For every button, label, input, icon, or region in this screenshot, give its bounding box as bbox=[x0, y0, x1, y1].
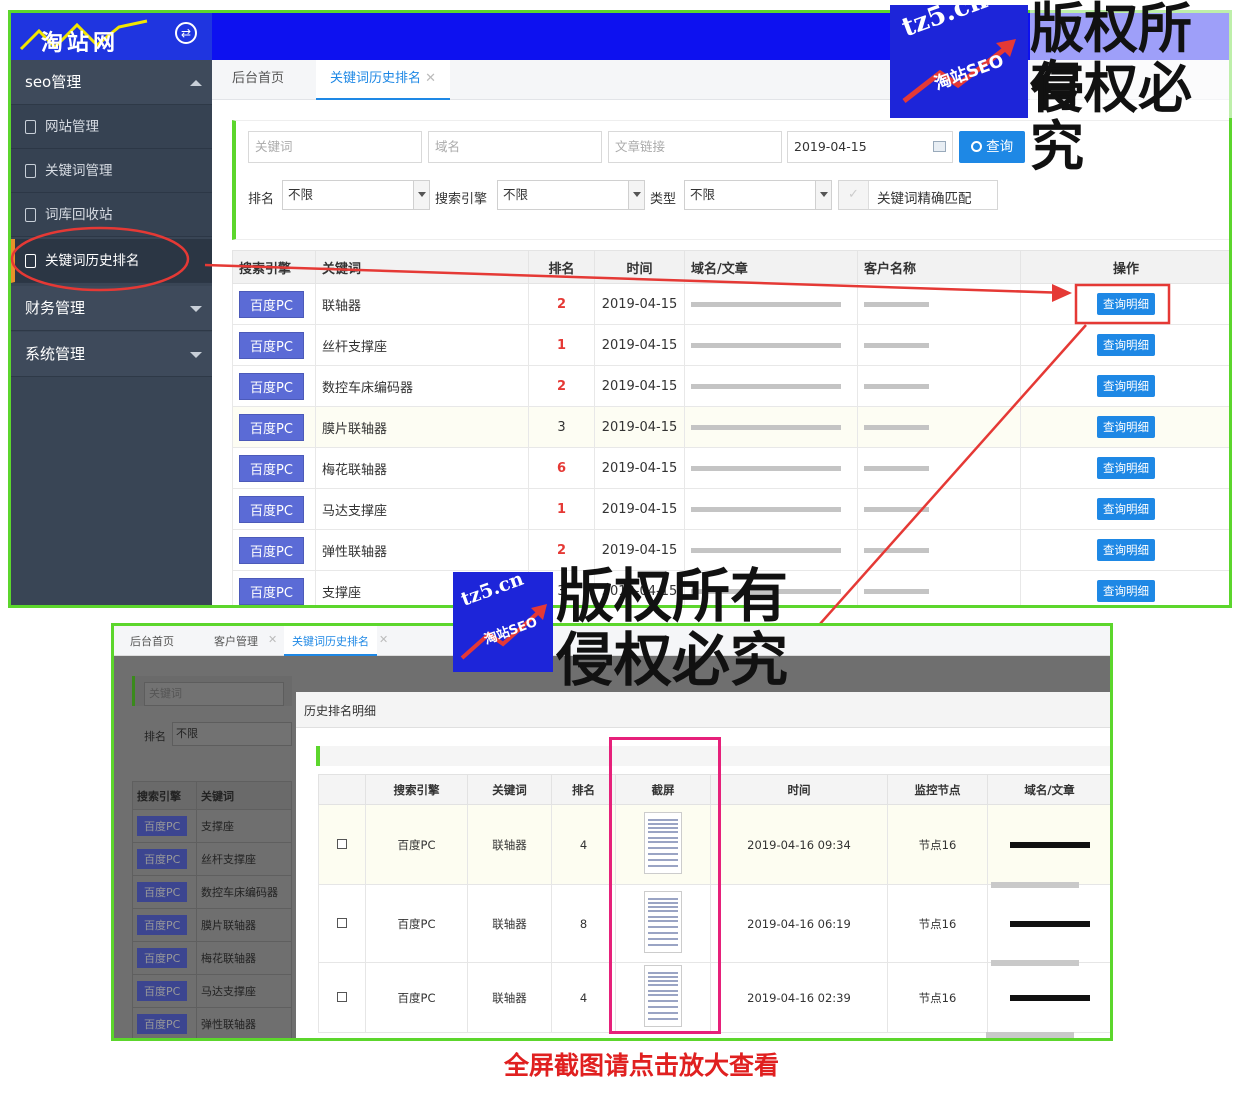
engine-cell: 百度PC bbox=[131, 875, 198, 909]
engine-badge: 百度PC bbox=[137, 816, 188, 836]
watermark-logo: tz5.cn 淘站SEO bbox=[453, 568, 553, 672]
bg-rank-label: 排名 bbox=[144, 730, 166, 743]
redacted-bar bbox=[1009, 842, 1090, 848]
screenshot-column-highlight bbox=[609, 737, 721, 1034]
engine-badge: 百度PC bbox=[137, 948, 188, 968]
engine-cell: 百度PC bbox=[131, 842, 198, 876]
keyword-cell: 联轴器 bbox=[467, 804, 552, 885]
engine-badge: 百度PC bbox=[137, 849, 188, 869]
column-header: 域名/文章 bbox=[987, 774, 1110, 805]
row-checkbox[interactable] bbox=[337, 917, 347, 928]
blurred-bar bbox=[986, 1032, 1074, 1038]
table-row: 百度PC 膜片联轴器 bbox=[131, 908, 292, 942]
keyword-cell: 联轴器 bbox=[467, 962, 552, 1033]
column-header: 搜索引擎 bbox=[131, 781, 198, 810]
engine-cell: 百度PC bbox=[131, 908, 198, 942]
select-cell bbox=[318, 804, 366, 885]
engine-badge: 百度PC bbox=[137, 915, 188, 935]
engine-cell: 百度PC bbox=[131, 941, 198, 975]
engine-badge: 百度PC bbox=[137, 882, 188, 902]
time-cell: 2019-04-16 02:39 bbox=[710, 962, 888, 1033]
watermark-infringement: 侵权必究 bbox=[1030, 57, 1192, 178]
close-icon[interactable]: ✕ bbox=[268, 633, 277, 646]
engine-cell: 百度PC bbox=[131, 809, 198, 843]
caption: 全屏截图请点击放大查看 bbox=[504, 1051, 780, 1080]
highlight-ellipse bbox=[10, 226, 190, 292]
bg-ranking-table: 搜索引擎 关键词 百度PC 支撑座 百度PC 丝杆支撑座 百度PC 数控车床编码器 百度PC… bbox=[131, 781, 292, 1038]
keyword-cell: 联轴器 bbox=[467, 884, 552, 963]
blurred-bar bbox=[991, 960, 1079, 966]
keyword-cell: 马达支撑座 bbox=[196, 974, 292, 1008]
node-cell: 节点16 bbox=[887, 804, 988, 885]
watermark-logo: tz5.cn 淘站SEO bbox=[890, 0, 1028, 118]
engine-cell: 百度PC bbox=[365, 804, 468, 885]
modal-header: 历史排名明细 bbox=[296, 692, 1110, 728]
engine-cell: 百度PC bbox=[365, 884, 468, 963]
bg-rank-select: 不限 bbox=[172, 722, 292, 746]
table-row: 百度PC 支撑座 bbox=[131, 809, 292, 843]
keyword-cell: 膜片联轴器 bbox=[196, 908, 292, 942]
arrow-head-icon bbox=[1052, 284, 1072, 302]
time-cell: 2019-04-16 09:34 bbox=[710, 804, 888, 885]
column-header: 监控节点 bbox=[887, 774, 988, 805]
node-cell: 节点16 bbox=[887, 884, 988, 963]
row-checkbox[interactable] bbox=[337, 991, 347, 1002]
bg-keyword-input: 关键词 bbox=[144, 682, 284, 706]
rank-cell: 4 bbox=[551, 962, 616, 1033]
modal-title: 历史排名明细 bbox=[304, 704, 377, 718]
row-checkbox[interactable] bbox=[337, 838, 347, 849]
column-header: 搜索引擎 bbox=[365, 774, 468, 805]
keyword-cell: 支撑座 bbox=[196, 809, 292, 843]
table-row: 百度PC 丝杆支撑座 bbox=[131, 842, 292, 876]
watermark-copyright: 版权所有 bbox=[556, 562, 789, 630]
time-cell: 2019-04-16 06:19 bbox=[710, 884, 888, 963]
column-header bbox=[318, 774, 366, 805]
keyword-cell: 丝杆支撑座 bbox=[196, 842, 292, 876]
tab-customer[interactable]: 客户管理 bbox=[214, 633, 258, 649]
keyword-cell: 弹性联轴器 bbox=[196, 1007, 292, 1038]
select-cell bbox=[318, 962, 366, 1033]
engine-cell: 百度PC bbox=[131, 974, 198, 1008]
column-header: 关键词 bbox=[467, 774, 552, 805]
domain-cell bbox=[987, 962, 1110, 1033]
select-cell bbox=[318, 884, 366, 963]
rank-cell: 8 bbox=[551, 884, 616, 963]
keyword-cell: 梅花联轴器 bbox=[196, 941, 292, 975]
rank-cell: 4 bbox=[551, 804, 616, 885]
engine-cell: 百度PC bbox=[365, 962, 468, 1033]
column-header: 排名 bbox=[551, 774, 616, 805]
engine-badge: 百度PC bbox=[137, 981, 188, 1001]
keyword-cell: 数控车床编码器 bbox=[196, 875, 292, 909]
tab-home[interactable]: 后台首页 bbox=[130, 633, 174, 649]
highlight-box bbox=[1074, 283, 1171, 325]
engine-badge: 百度PC bbox=[137, 1014, 188, 1034]
redacted-bar bbox=[1009, 921, 1090, 927]
annotation-arrow-line bbox=[204, 263, 1069, 295]
blurred-bar bbox=[991, 882, 1079, 888]
table-row: 百度PC 数控车床编码器 bbox=[131, 875, 292, 909]
node-cell: 节点16 bbox=[887, 962, 988, 1033]
table-row: 百度PC 弹性联轴器 bbox=[131, 1007, 292, 1038]
table-row: 百度PC 梅花联轴器 bbox=[131, 941, 292, 975]
domain-cell bbox=[987, 884, 1110, 963]
column-header: 时间 bbox=[710, 774, 888, 805]
tab-keyword-history[interactable]: 关键词历史排名 bbox=[284, 626, 377, 656]
engine-cell: 百度PC bbox=[131, 1007, 198, 1038]
domain-cell bbox=[987, 804, 1110, 885]
watermark-infringement: 侵权必究 bbox=[556, 626, 789, 694]
table-row: 百度PC 马达支撑座 bbox=[131, 974, 292, 1008]
column-header: 关键词 bbox=[196, 781, 292, 810]
redacted-bar bbox=[1009, 995, 1090, 1001]
close-icon[interactable]: ✕ bbox=[379, 633, 388, 646]
